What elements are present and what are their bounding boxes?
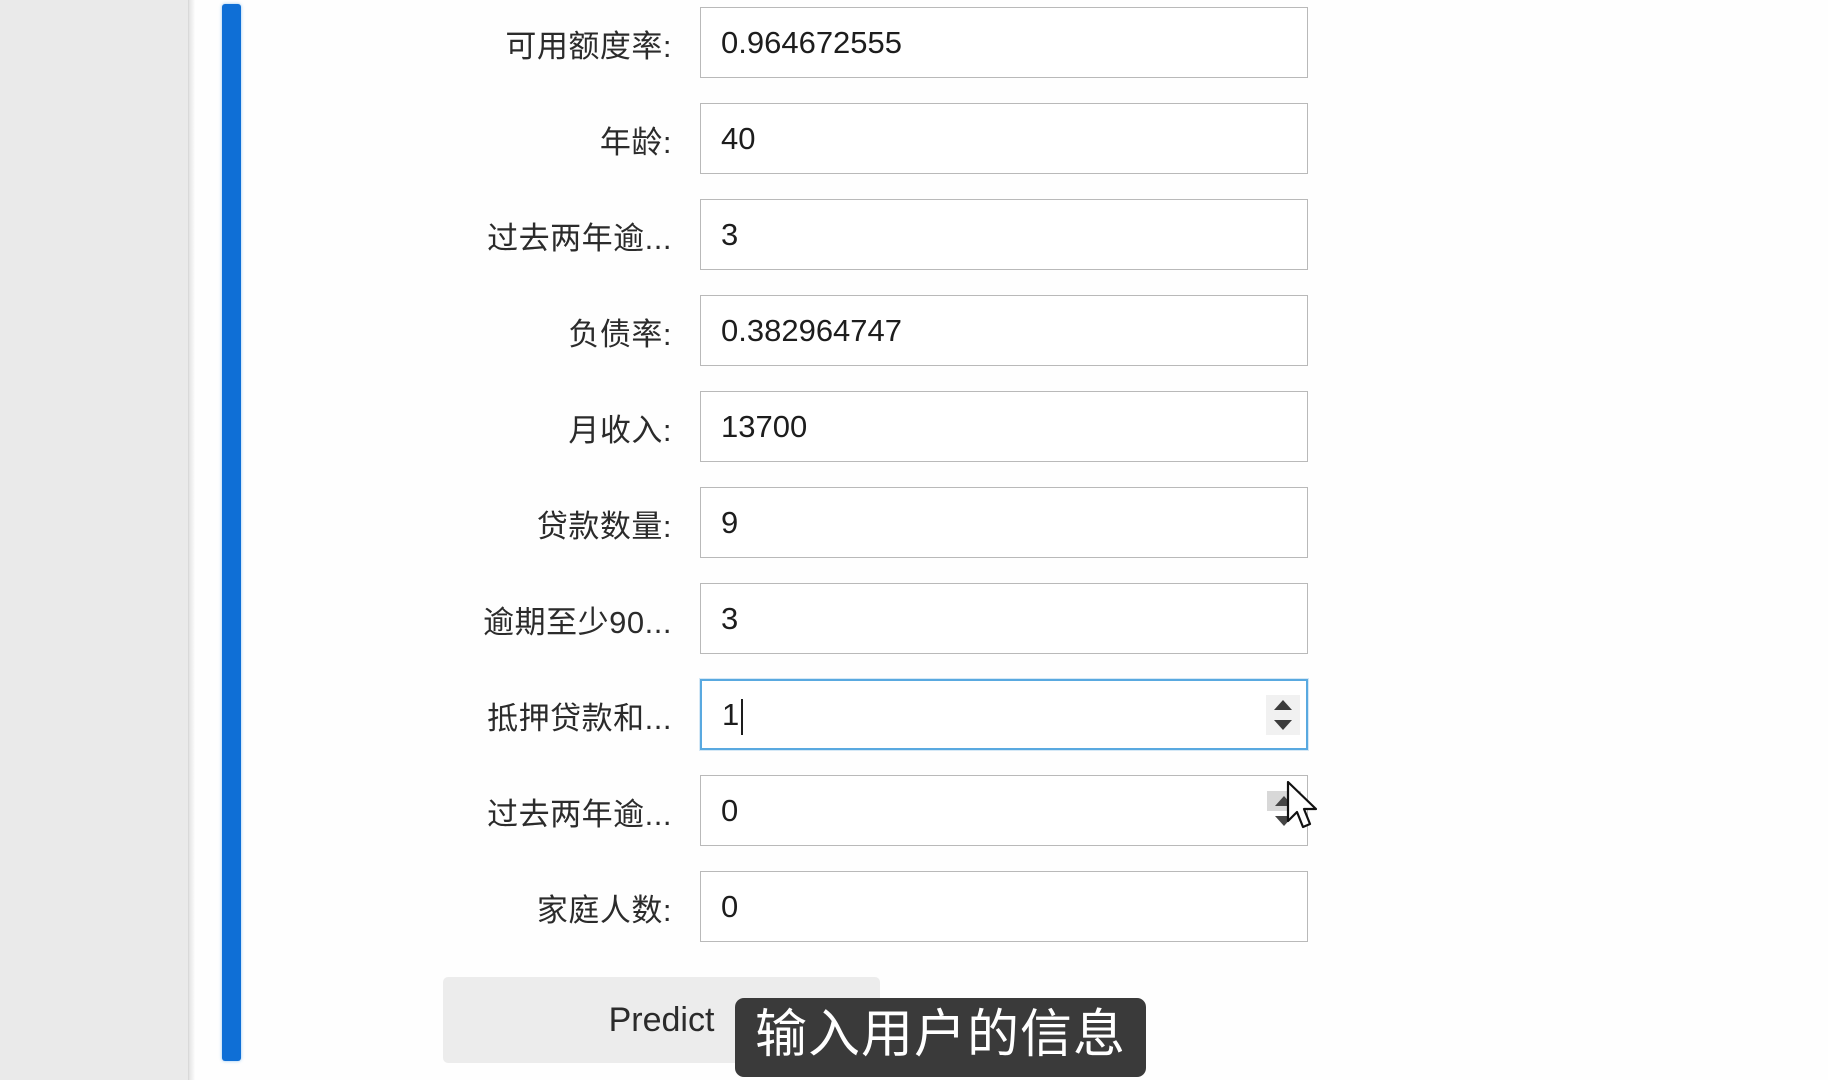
field-value: 13700 [721,409,808,444]
sidebar-divider [189,0,195,1080]
text-input[interactable]: 0.382964747 [700,295,1308,366]
spinner-down-button[interactable] [1266,715,1300,735]
text-input[interactable]: 13700 [700,391,1308,462]
spinner-down-button[interactable] [1267,811,1301,831]
number-spinner[interactable] [1266,694,1300,735]
field-label: 逾期至少90... [483,605,672,640]
field-value: 3 [721,217,739,252]
field-value: 40 [721,121,756,156]
text-input[interactable]: 9 [700,487,1308,558]
form-row: 贷款数量: 9 [250,487,1350,560]
form-row: 负债率: 0.382964747 [250,295,1350,368]
text-input[interactable]: 40 [700,103,1308,174]
text-input[interactable]: 0 [700,871,1308,942]
form-row: 年龄: 40 [250,103,1350,176]
field-label: 家庭人数: [536,893,672,928]
spinner-up-arrow-icon [1274,699,1292,710]
blue-accent-bar [222,4,241,1061]
form-row: 过去两年逾... 0 [250,775,1350,848]
field-label: 过去两年逾... [487,797,672,832]
field-value: 3 [721,601,739,636]
form-row: 过去两年逾... 3 [250,199,1350,272]
field-value: 0 [721,889,739,924]
caption-overlay: 输入用户的信息 [735,998,1147,1077]
spinner-down-arrow-icon [1274,719,1292,730]
number-input[interactable]: 1 [700,679,1308,750]
spinner-up-arrow-icon [1275,795,1293,806]
form-row: 月收入: 13700 [250,391,1350,464]
spinner-up-button[interactable] [1267,790,1301,811]
field-value: 0.382964747 [721,313,903,348]
form-row: 抵押贷款和... 1 [250,679,1350,752]
field-label: 月收入: [568,413,672,448]
left-sidebar [0,0,189,1080]
field-value: 0 [721,793,739,828]
form-row: 逾期至少90... 3 [250,583,1350,656]
field-value: 1 [722,697,740,732]
field-label: 过去两年逾... [487,221,672,256]
number-input[interactable]: 0 [700,775,1308,846]
app-root: 可用额度率: 0.964672555 年龄: 40 过去两年逾... 3 负债率: 0.382… [0,0,1828,1080]
spinner-up-button[interactable] [1266,695,1300,715]
text-input[interactable]: 3 [700,583,1308,654]
field-label: 抵押贷款和... [487,701,672,736]
field-label: 年龄: [599,125,672,160]
text-input[interactable]: 3 [700,199,1308,270]
text-caret [741,698,744,735]
field-label: 贷款数量: [536,509,672,544]
form-row: 家庭人数: 0 [250,871,1350,944]
field-label: 可用额度率: [505,29,672,64]
text-input[interactable]: 0.964672555 [700,7,1308,78]
form-row: 可用额度率: 0.964672555 [250,7,1350,80]
spinner-down-arrow-icon [1275,815,1293,826]
field-label: 负债率: [568,317,672,352]
user-info-form: 可用额度率: 0.964672555 年龄: 40 过去两年逾... 3 负债率: 0.382… [250,0,1828,1080]
number-spinner[interactable] [1267,790,1301,831]
field-value: 0.964672555 [721,25,903,60]
field-value: 9 [721,505,739,540]
